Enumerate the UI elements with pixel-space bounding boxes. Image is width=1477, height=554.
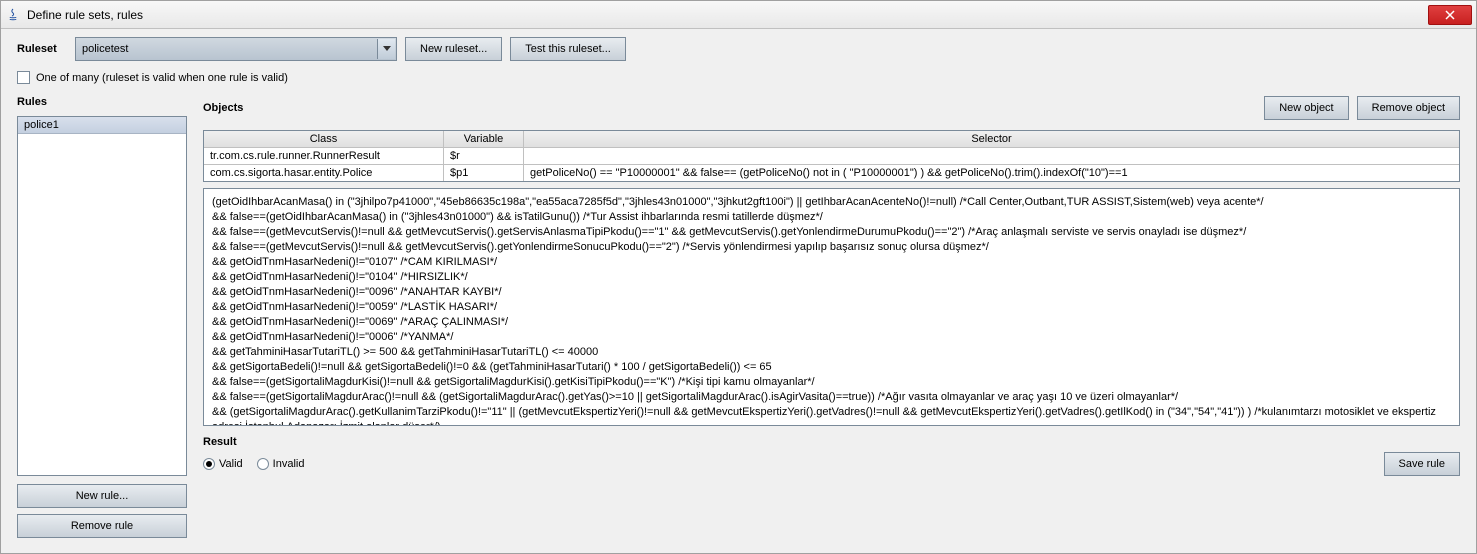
one-of-many-row: One of many (ruleset is valid when one r… [1, 69, 1476, 92]
table-row[interactable]: com.cs.sigorta.hasar.entity.Police $p1 g… [204, 165, 1459, 181]
cell-class: tr.com.cs.rule.runner.RunnerResult [204, 148, 444, 164]
rules-label: Rules [17, 92, 187, 112]
rules-list[interactable]: police1 [17, 116, 187, 476]
one-of-many-checkbox[interactable] [17, 71, 30, 84]
valid-option[interactable]: Valid [203, 458, 243, 470]
remove-rule-button[interactable]: Remove rule [17, 514, 187, 538]
table-row[interactable]: tr.com.cs.rule.runner.RunnerResult $r [204, 148, 1459, 165]
new-ruleset-button[interactable]: New ruleset... [405, 37, 502, 61]
rules-buttons: New rule... Remove rule [17, 484, 187, 538]
remove-object-button[interactable]: Remove object [1357, 96, 1460, 120]
main-area: Rules police1 New rule... Remove rule Ob… [1, 92, 1476, 546]
cell-variable: $r [444, 148, 524, 164]
window-root: Define rule sets, rules Ruleset policete… [0, 0, 1477, 554]
window-title: Define rule sets, rules [27, 8, 1428, 22]
test-ruleset-button[interactable]: Test this ruleset... [510, 37, 626, 61]
new-object-button[interactable]: New object [1264, 96, 1348, 120]
col-class[interactable]: Class [204, 131, 444, 147]
rules-panel: Rules police1 New rule... Remove rule [17, 92, 187, 538]
result-radio-group: Valid Invalid [203, 458, 304, 470]
objects-panel: Objects New object Remove object Class V… [203, 92, 1460, 538]
rules-list-item[interactable]: police1 [18, 117, 186, 134]
close-button[interactable] [1428, 5, 1472, 25]
save-rule-button[interactable]: Save rule [1384, 452, 1460, 476]
selector-detail-textarea[interactable]: (getOidIhbarAcanMasa() in ("3jhilpo7p410… [203, 188, 1460, 426]
ruleset-toolbar: Ruleset policetest New ruleset... Test t… [1, 29, 1476, 69]
valid-label: Valid [219, 458, 243, 470]
cell-selector [524, 148, 1459, 164]
objects-table: Class Variable Selector tr.com.cs.rule.r… [203, 130, 1460, 182]
result-label: Result [203, 436, 237, 448]
chevron-down-icon [377, 39, 395, 59]
table-header-row: Class Variable Selector [204, 131, 1459, 148]
titlebar: Define rule sets, rules [1, 1, 1476, 29]
objects-label: Objects [203, 102, 1256, 114]
invalid-radio[interactable] [257, 458, 269, 470]
java-icon [5, 7, 21, 23]
one-of-many-label: One of many (ruleset is valid when one r… [36, 72, 288, 84]
valid-radio[interactable] [203, 458, 215, 470]
cell-class: com.cs.sigorta.hasar.entity.Police [204, 165, 444, 181]
invalid-option[interactable]: Invalid [257, 458, 305, 470]
result-row: Result [203, 426, 1460, 448]
cell-selector: getPoliceNo() == "P10000001" && false== … [524, 165, 1459, 181]
col-selector[interactable]: Selector [524, 131, 1459, 147]
col-variable[interactable]: Variable [444, 131, 524, 147]
invalid-label: Invalid [273, 458, 305, 470]
cell-variable: $p1 [444, 165, 524, 181]
objects-header: Objects New object Remove object [203, 92, 1460, 124]
ruleset-combo[interactable]: policetest [75, 37, 397, 61]
new-rule-button[interactable]: New rule... [17, 484, 187, 508]
result-options-row: Valid Invalid Save rule [203, 448, 1460, 476]
ruleset-combo-value: policetest [82, 43, 128, 55]
ruleset-label: Ruleset [17, 43, 67, 55]
